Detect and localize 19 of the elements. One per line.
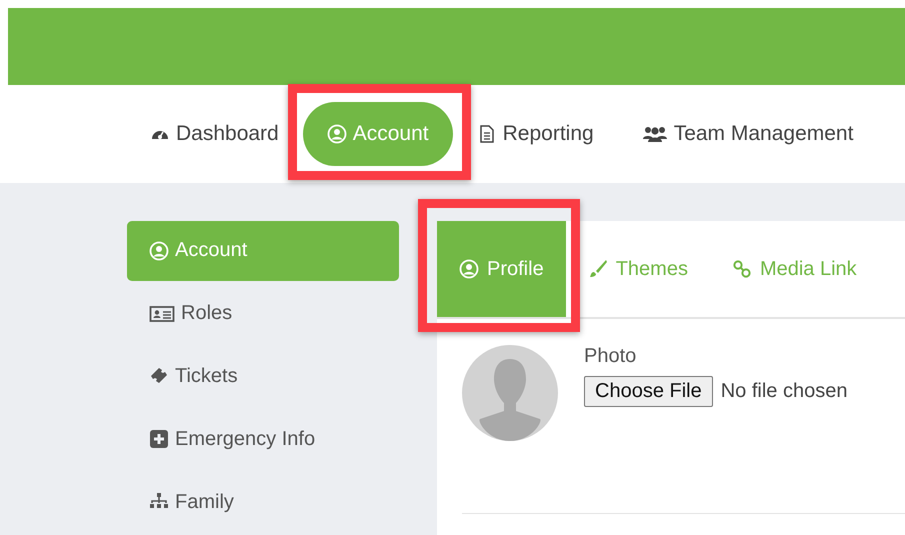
nav-tab[interactable]: Dashboard bbox=[150, 102, 303, 166]
link-icon bbox=[732, 259, 752, 279]
user-icon bbox=[149, 240, 169, 261]
plus-square-icon bbox=[149, 429, 169, 450]
user-icon bbox=[326, 124, 347, 144]
sidebar-item[interactable]: Tickets bbox=[127, 346, 399, 406]
photo-label: Photo bbox=[584, 345, 638, 368]
choose-file-button[interactable]: Choose File bbox=[584, 376, 713, 407]
id-card-icon bbox=[149, 304, 175, 324]
nav-tab[interactable]: Reporting bbox=[476, 102, 642, 166]
file-status: No file chosen bbox=[720, 380, 848, 403]
user-icon bbox=[459, 259, 479, 279]
nav-tab[interactable]: Team Management bbox=[642, 102, 878, 166]
sidebar-item[interactable]: Family bbox=[127, 472, 399, 532]
sidebar-item[interactable]: Emergency Info bbox=[127, 409, 399, 470]
avatar-silhouette-icon bbox=[462, 345, 558, 441]
team-icon bbox=[642, 124, 668, 144]
brush-icon bbox=[588, 259, 608, 279]
sidebar-item[interactable]: Roles bbox=[127, 284, 399, 344]
